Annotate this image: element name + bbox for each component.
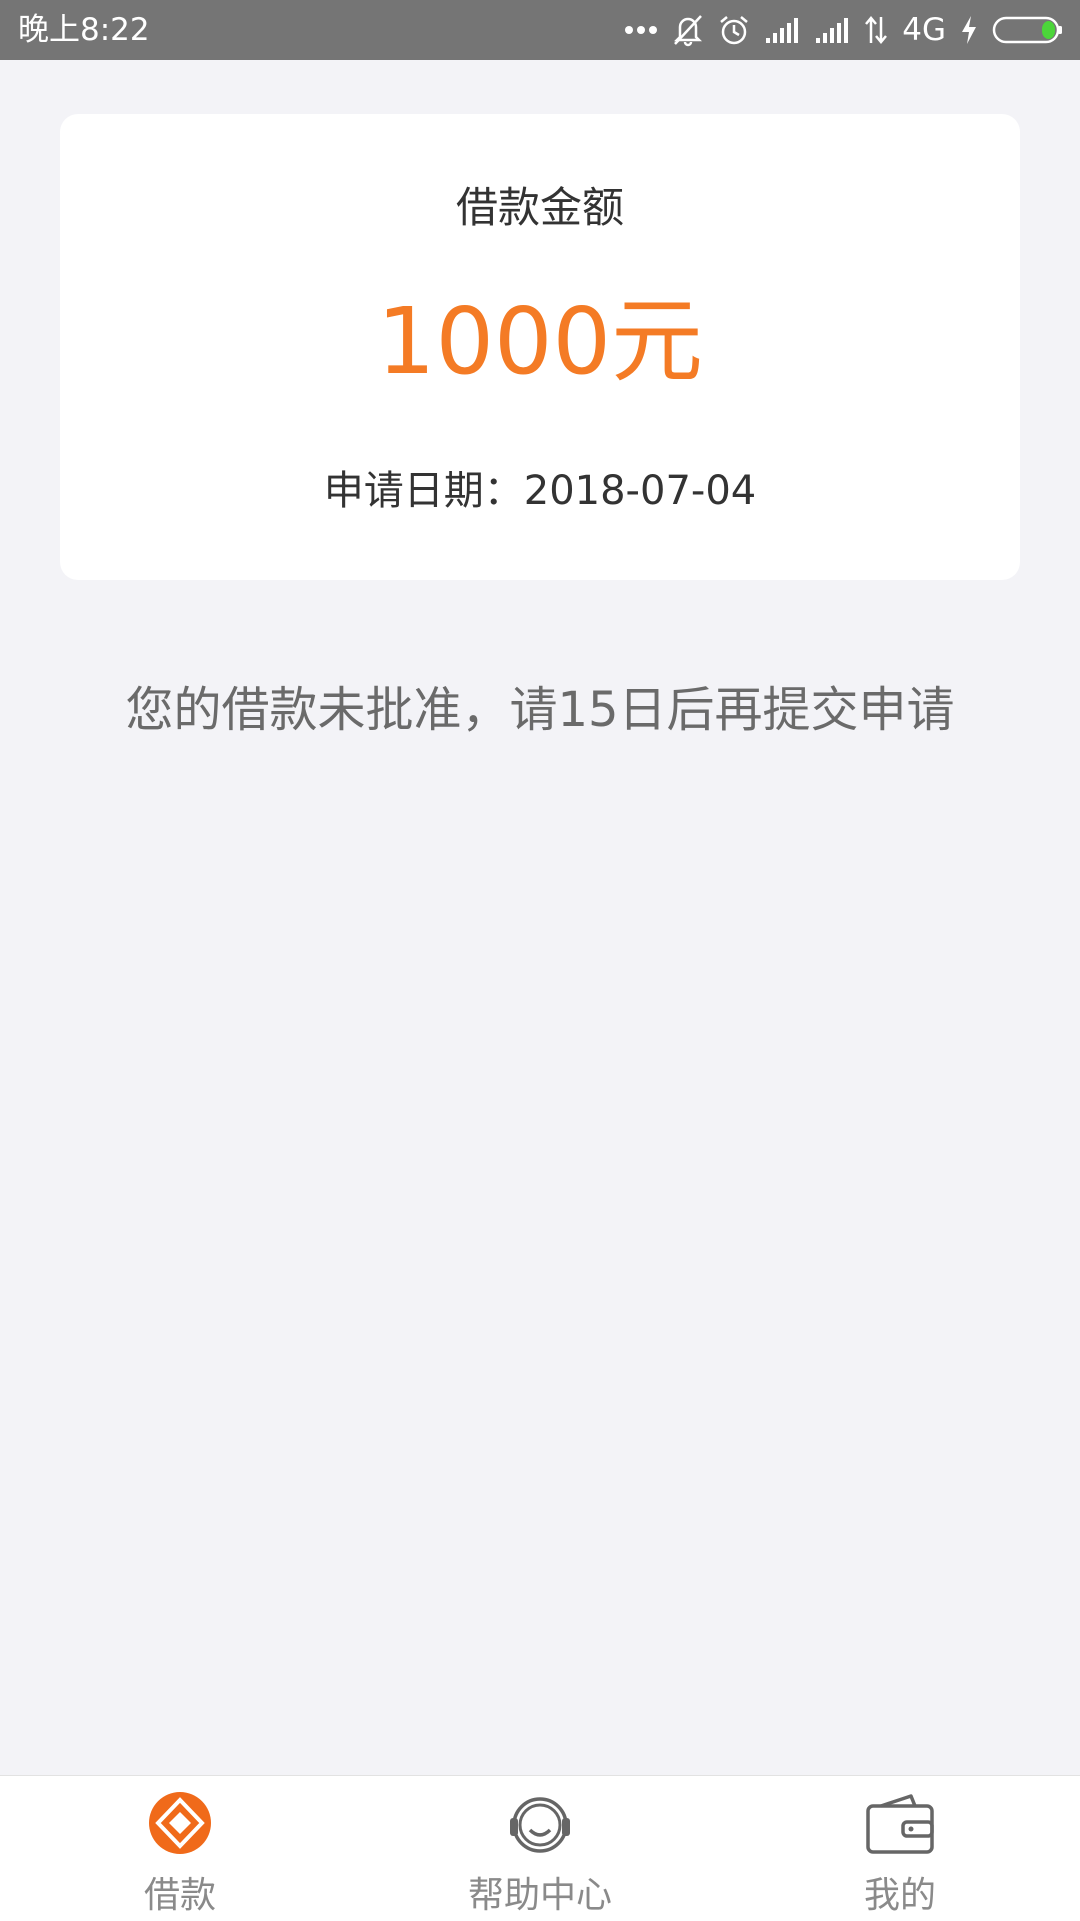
- tab-help-center[interactable]: 帮助中心: [360, 1776, 720, 1921]
- tab-loan-label: 借款: [143, 1875, 216, 1916]
- more-dots-icon: [624, 24, 658, 36]
- signal-icon: [814, 16, 850, 44]
- network-type: 4G: [902, 12, 946, 48]
- tab-loan[interactable]: 借款: [0, 1776, 360, 1921]
- tab-mine[interactable]: 我的: [720, 1776, 1080, 1921]
- alarm-icon: [718, 14, 750, 46]
- status-bar: 晚上8:22 4G: [0, 0, 1080, 60]
- rejection-notice: 您的借款未批准，请15日后再提交申请: [125, 682, 955, 738]
- application-date: 申请日期：2018-07-04: [323, 468, 757, 514]
- status-icons: 4G: [624, 0, 1064, 60]
- wallet-icon: [865, 1788, 935, 1858]
- loan-amount-title: 借款金额: [455, 183, 624, 232]
- tab-help-center-label: 帮助中心: [467, 1875, 612, 1916]
- battery-icon: [992, 15, 1064, 45]
- bell-muted-icon: [672, 13, 704, 47]
- loan-amount-value: 1000元: [376, 288, 704, 395]
- status-time: 晚上8:22: [18, 12, 150, 48]
- tab-mine-label: 我的: [863, 1875, 936, 1916]
- charging-icon: [960, 15, 978, 45]
- headset-icon: [505, 1788, 575, 1858]
- signal-icon: [764, 16, 800, 44]
- loan-diamond-icon: [145, 1788, 215, 1858]
- data-transfer-icon: [864, 15, 888, 45]
- bottom-tab-bar: 借款 帮助中心 我的: [0, 1775, 1080, 1921]
